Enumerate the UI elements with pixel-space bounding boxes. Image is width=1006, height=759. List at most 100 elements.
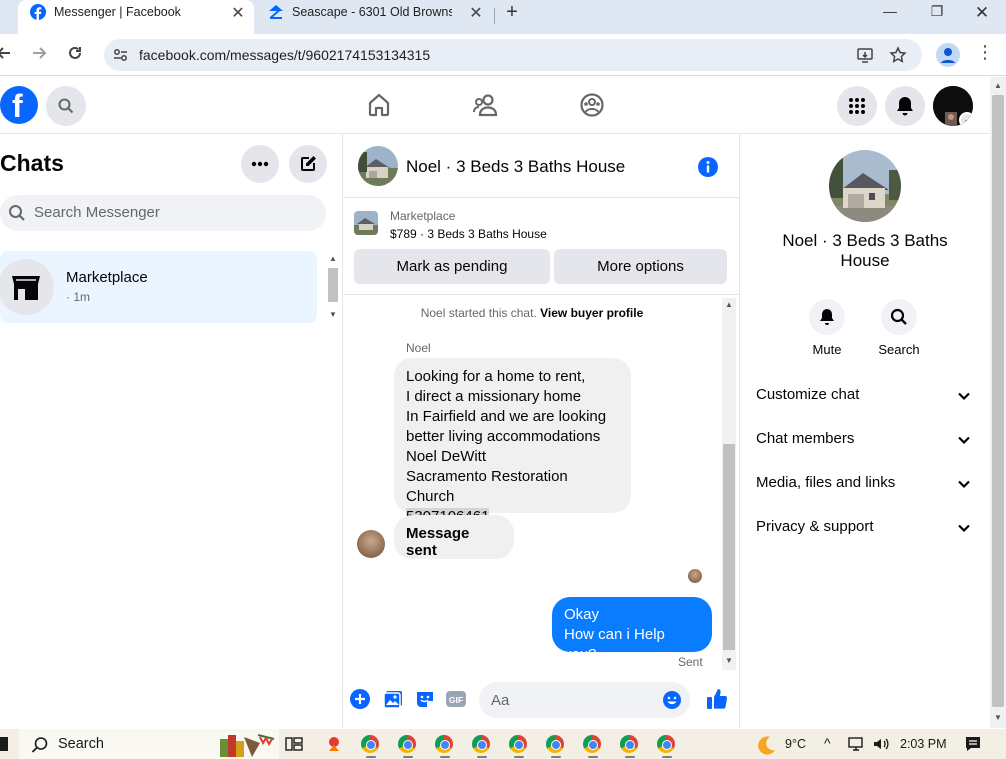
weather-temperature[interactable]: 9°C: [785, 737, 806, 751]
tab-messenger[interactable]: Messenger | Facebook ✕: [18, 0, 254, 34]
page-scrollbar[interactable]: ▲ ▼: [990, 77, 1006, 728]
facebook-top-nav: f: [0, 77, 990, 134]
sent-status: Sent: [678, 655, 703, 669]
gif-icon[interactable]: GIF: [445, 688, 467, 710]
conversation-header: Noel · 3 Beds 3 Baths House: [343, 135, 739, 198]
forward-icon[interactable]: [29, 43, 51, 65]
chrome-taskbar-icon[interactable]: [583, 735, 601, 753]
chevron-down-icon: [957, 477, 971, 491]
scroll-up-icon[interactable]: ▲: [326, 254, 340, 263]
photo-icon[interactable]: [382, 688, 404, 710]
address-bar[interactable]: facebook.com/messages/t/9602174153134315: [104, 39, 922, 71]
chat-list-scrollbar[interactable]: ▲ ▼: [326, 252, 340, 322]
marketplace-avatar: [0, 259, 54, 315]
chat-started-notice: Noel started this chat. View buyer profi…: [343, 306, 721, 320]
view-buyer-profile-link[interactable]: View buyer profile: [540, 306, 643, 320]
scroll-down-icon[interactable]: ▼: [722, 656, 736, 665]
message-input[interactable]: Aa: [479, 682, 690, 718]
listing-price-title[interactable]: $789 · 3 Beds 3 Baths House: [390, 227, 547, 241]
friends-icon[interactable]: [472, 92, 500, 118]
marketplace-listing-banner: Marketplace $789 · 3 Beds 3 Baths House …: [343, 199, 739, 295]
chat-options-button[interactable]: [241, 145, 279, 183]
sticker-icon[interactable]: [414, 688, 436, 710]
home-icon[interactable]: [366, 92, 392, 118]
search-facebook-button[interactable]: [46, 86, 86, 126]
close-window-icon[interactable]: ✕: [970, 3, 994, 23]
outgoing-message[interactable]: Okay How can i Help you?: [552, 597, 712, 663]
install-app-icon[interactable]: [856, 46, 874, 64]
chevron-down-icon: [957, 521, 971, 535]
reload-icon[interactable]: [65, 43, 87, 65]
chat-list-item-marketplace[interactable]: Marketplace · 1m: [0, 251, 317, 323]
chrome-taskbar-icon[interactable]: [398, 735, 416, 753]
thumbs-up-icon[interactable]: [705, 687, 729, 711]
media-files-links-row[interactable]: Media, files and links: [756, 474, 976, 496]
scroll-thumb[interactable]: [723, 444, 735, 650]
clock-time[interactable]: 2:03 PM: [900, 737, 947, 751]
account-avatar[interactable]: ⌄: [933, 86, 973, 126]
message-sent-bubble[interactable]: Message sent: [394, 515, 514, 559]
row-label: Chat members: [756, 430, 855, 447]
scroll-up-icon[interactable]: ▲: [991, 81, 1005, 90]
plus-circle-icon[interactable]: [349, 688, 371, 710]
mark-as-pending-button[interactable]: Mark as pending: [354, 249, 550, 284]
search-conversation-button[interactable]: Search: [869, 299, 929, 357]
tab-seascape[interactable]: Seascape - 6301 Old Brownsvill ✕: [262, 0, 492, 34]
facebook-logo[interactable]: f: [0, 86, 38, 124]
customize-chat-row[interactable]: Customize chat: [756, 386, 976, 408]
tab-title: Seascape - 6301 Old Brownsvill: [292, 5, 452, 19]
scroll-down-icon[interactable]: ▼: [991, 713, 1005, 722]
minimize-icon[interactable]: —: [878, 3, 902, 19]
weather-moon-icon[interactable]: [755, 734, 775, 755]
network-icon[interactable]: [847, 735, 865, 753]
start-icon[interactable]: [0, 737, 8, 751]
chrome-taskbar-icon[interactable]: [472, 735, 490, 753]
row-label: Customize chat: [756, 386, 860, 403]
menu-button[interactable]: [837, 86, 877, 126]
search-icon: [31, 737, 48, 753]
chrome-taskbar-icon[interactable]: [435, 735, 453, 753]
new-message-button[interactable]: [289, 145, 327, 183]
back-icon[interactable]: [0, 43, 16, 65]
browser-menu-icon[interactable]: ⋮: [976, 42, 994, 63]
info-icon[interactable]: [697, 156, 719, 178]
chrome-taskbar-icon[interactable]: [361, 735, 379, 753]
scroll-thumb[interactable]: [328, 268, 338, 302]
listing-thumbnail[interactable]: [354, 211, 378, 235]
browser-profile-icon[interactable]: [936, 43, 960, 67]
restore-icon[interactable]: ❐: [925, 3, 949, 20]
task-view-icon[interactable]: [285, 735, 303, 753]
notification-center-icon[interactable]: [964, 735, 982, 753]
mute-button[interactable]: Mute: [797, 299, 857, 357]
message-line: Noel DeWitt: [406, 448, 487, 465]
chrome-taskbar-icon[interactable]: [509, 735, 527, 753]
chrome-taskbar-icon[interactable]: [657, 735, 675, 753]
chrome-taskbar-icon[interactable]: [620, 735, 638, 753]
messages-scrollbar[interactable]: ▲ ▼: [722, 298, 736, 670]
more-options-button[interactable]: More options: [554, 249, 727, 284]
incoming-message[interactable]: Looking for a home to rent, I direct a m…: [394, 358, 631, 525]
search-messenger-input[interactable]: Search Messenger: [0, 195, 326, 231]
app-pinned-icon[interactable]: [325, 735, 343, 753]
privacy-support-row[interactable]: Privacy & support: [756, 518, 976, 540]
new-tab-icon[interactable]: +: [500, 1, 524, 24]
scroll-thumb[interactable]: [992, 95, 1004, 707]
volume-icon[interactable]: [872, 735, 890, 753]
chat-members-row[interactable]: Chat members: [756, 430, 976, 452]
chrome-taskbar-icon[interactable]: [546, 735, 564, 753]
scroll-up-icon[interactable]: ▲: [722, 300, 736, 309]
listing-profile-photo[interactable]: [829, 150, 901, 222]
show-hidden-icons-icon[interactable]: ^: [824, 735, 831, 751]
close-tab-icon[interactable]: ✕: [228, 3, 248, 23]
bookmark-star-icon[interactable]: [889, 46, 907, 64]
zillow-favicon-icon: [268, 4, 284, 20]
message-line: Okay: [564, 606, 600, 623]
site-info-icon[interactable]: [112, 46, 130, 64]
groups-icon[interactable]: [579, 92, 605, 118]
sender-avatar[interactable]: [357, 530, 385, 558]
scroll-down-icon[interactable]: ▼: [326, 310, 340, 319]
notifications-button[interactable]: [885, 86, 925, 126]
conversation-title[interactable]: Noel · 3 Beds 3 Baths House: [406, 157, 625, 177]
listing-avatar[interactable]: [358, 146, 398, 186]
close-tab-icon[interactable]: ✕: [466, 3, 486, 23]
